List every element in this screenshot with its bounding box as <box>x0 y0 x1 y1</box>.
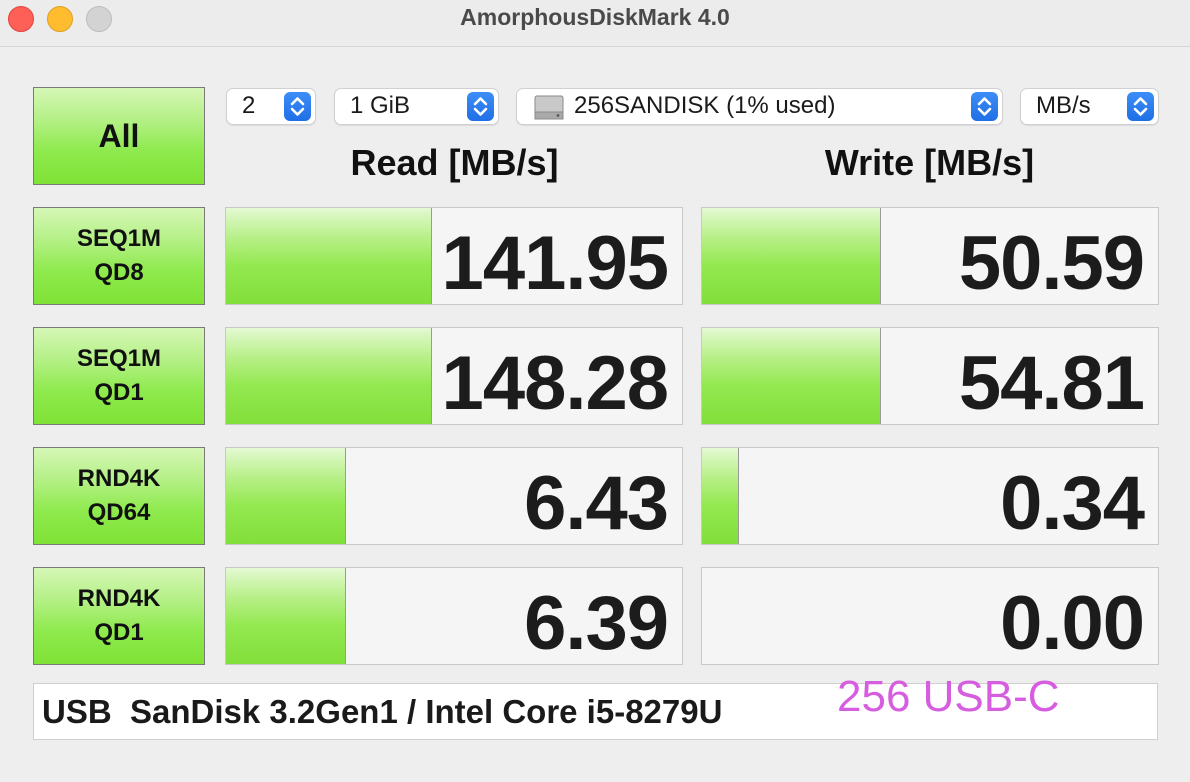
updown-arrows-icon <box>1127 92 1154 121</box>
read-value: 6.43 <box>524 461 669 545</box>
test-count-select[interactable]: 2 <box>226 88 316 125</box>
read-value: 6.39 <box>524 581 669 665</box>
write-result-seq1m-qd1: 54.81 <box>701 327 1159 425</box>
test-button-seq1m-qd1[interactable]: SEQ1M QD1 <box>33 327 205 425</box>
updown-arrows-icon <box>467 92 494 121</box>
write-value: 0.00 <box>1000 581 1145 665</box>
test-count-value: 2 <box>242 92 256 119</box>
updown-arrows-icon <box>971 92 998 121</box>
disk-drive-icon <box>534 95 564 127</box>
test-size-value: 1 GiB <box>350 92 411 119</box>
updown-arrows-icon <box>284 92 311 121</box>
write-progress-bar <box>702 448 740 544</box>
write-result-rnd4k-qd1: 0.00 <box>701 567 1159 665</box>
read-result-rnd4k-qd1: 6.39 <box>225 567 683 665</box>
read-result-rnd4k-qd64: 6.43 <box>225 447 683 545</box>
unit-select[interactable]: MB/s <box>1020 88 1159 125</box>
write-value: 0.34 <box>1000 461 1145 545</box>
write-value: 54.81 <box>958 341 1145 425</box>
run-all-button[interactable]: All <box>33 87 205 185</box>
test-name: SEQ1M <box>76 225 162 252</box>
main-content: All 2 1 GiB 256SANDISK (1% used) MB/s Re… <box>0 47 1190 782</box>
write-progress-bar <box>702 208 881 304</box>
read-progress-bar <box>226 448 346 544</box>
test-button-rnd4k-qd64[interactable]: RND4K QD64 <box>33 447 205 545</box>
read-progress-bar <box>226 208 433 304</box>
read-value: 141.95 <box>441 221 669 305</box>
write-value: 50.59 <box>958 221 1145 305</box>
write-column-header: Write [MB/s] <box>824 142 1035 183</box>
test-button-rnd4k-qd1[interactable]: RND4K QD1 <box>33 567 205 665</box>
test-name: SEQ1M <box>76 345 162 372</box>
window-title: AmorphousDiskMark 4.0 <box>460 4 730 30</box>
write-result-rnd4k-qd64: 0.34 <box>701 447 1159 545</box>
test-queue-depth: QD8 <box>94 259 144 286</box>
read-result-seq1m-qd1: 148.28 <box>225 327 683 425</box>
disk-select[interactable]: 256SANDISK (1% used) <box>516 88 1003 125</box>
test-size-select[interactable]: 1 GiB <box>334 88 499 125</box>
test-name: RND4K <box>77 465 161 492</box>
read-result-seq1m-qd8: 141.95 <box>225 207 683 305</box>
title-bar: AmorphousDiskMark 4.0 <box>0 0 1190 47</box>
annotation-text: 256 USB-C <box>837 672 1060 721</box>
test-name: RND4K <box>77 585 161 612</box>
write-progress-bar <box>702 328 881 424</box>
test-queue-depth: QD1 <box>94 379 144 406</box>
read-column-header: Read [MB/s] <box>350 142 559 183</box>
test-button-seq1m-qd8[interactable]: SEQ1M QD8 <box>33 207 205 305</box>
test-queue-depth: QD1 <box>94 619 144 646</box>
read-progress-bar <box>226 328 433 424</box>
unit-value: MB/s <box>1036 92 1091 119</box>
read-progress-bar <box>226 568 346 664</box>
write-result-seq1m-qd8: 50.59 <box>701 207 1159 305</box>
comment-field[interactable]: USB SanDisk 3.2Gen1 / Intel Core i5-8279… <box>33 672 1158 740</box>
read-value: 148.28 <box>441 341 669 425</box>
disk-value: 256SANDISK (1% used) <box>574 92 836 119</box>
device-info-text: USB SanDisk 3.2Gen1 / Intel Core i5-8279… <box>42 693 723 730</box>
test-queue-depth: QD64 <box>87 499 151 526</box>
